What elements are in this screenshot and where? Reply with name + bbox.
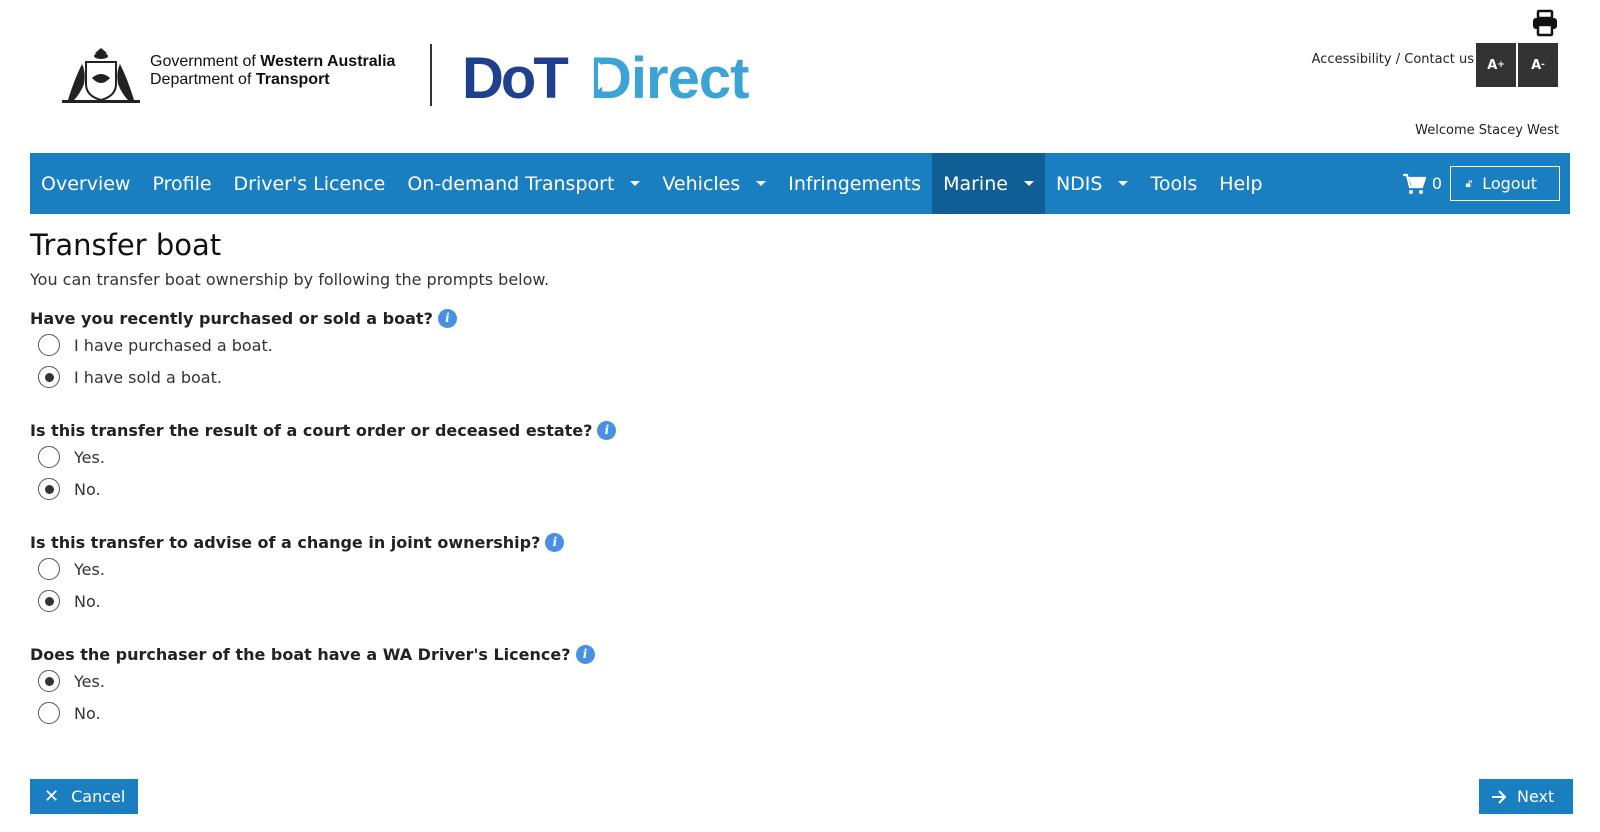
print-icon[interactable] xyxy=(1530,8,1560,38)
nav-profile[interactable]: Profile xyxy=(141,153,222,214)
radio-option-no[interactable]: No. xyxy=(38,585,1570,617)
info-icon[interactable]: i xyxy=(575,644,595,664)
header-divider xyxy=(430,44,432,106)
question-wa-drivers-licence: Does the purchaser of the boat have a WA… xyxy=(30,643,1570,729)
nav-ndis[interactable]: NDIS xyxy=(1045,153,1140,214)
info-icon[interactable]: i xyxy=(437,308,457,328)
close-icon: ✕ xyxy=(44,786,60,807)
question-court-order: Is this transfer the result of a court o… xyxy=(30,419,1570,505)
page-intro: You can transfer boat ownership by follo… xyxy=(30,270,550,289)
chevron-down-icon xyxy=(756,181,767,186)
info-icon[interactable]: i xyxy=(545,532,565,552)
dot-direct-logo[interactable]: DoT Direct xyxy=(462,44,782,110)
radio-option-yes[interactable]: Yes. xyxy=(38,441,1570,473)
radio-option-purchased[interactable]: I have purchased a boat. xyxy=(38,329,1570,361)
nav-marine[interactable]: Marine xyxy=(932,153,1045,214)
radio-option-no[interactable]: No. xyxy=(38,473,1570,505)
chevron-down-icon xyxy=(630,181,641,186)
nav-on-demand-transport[interactable]: On-demand Transport xyxy=(396,153,651,214)
question-joint-ownership: Is this transfer to advise of a change i… xyxy=(30,531,1570,617)
question-label: Is this transfer to advise of a change i… xyxy=(30,531,1570,553)
cart-icon xyxy=(1402,173,1426,194)
cart-button[interactable]: 0 xyxy=(1402,173,1442,195)
nav-overview[interactable]: Overview xyxy=(30,153,141,214)
welcome-message: Welcome Stacey West xyxy=(1415,123,1559,138)
unlock-icon xyxy=(1465,179,1473,187)
radio-button[interactable] xyxy=(38,446,60,468)
main-navigation: Overview Profile Driver's Licence On-dem… xyxy=(30,153,1570,214)
logout-button[interactable]: Logout xyxy=(1450,166,1560,201)
svg-text:DoT: DoT xyxy=(462,46,568,110)
site-header: Government of Western Australia Departme… xyxy=(0,0,1600,150)
next-button[interactable]: Next xyxy=(1479,779,1573,814)
main-content: Transfer boat You can transfer boat owne… xyxy=(30,226,1570,729)
nav-vehicles[interactable]: Vehicles xyxy=(651,153,777,214)
wa-crest-icon xyxy=(62,48,140,103)
question-purchased-or-sold: Have you recently purchased or sold a bo… xyxy=(30,307,1570,393)
radio-option-sold[interactable]: I have sold a boat. xyxy=(38,361,1570,393)
link-separator: / xyxy=(1391,52,1405,67)
radio-button[interactable] xyxy=(38,334,60,356)
nav-help[interactable]: Help xyxy=(1208,153,1273,214)
info-icon[interactable]: i xyxy=(597,420,617,440)
radio-option-no[interactable]: No. xyxy=(38,697,1570,729)
chevron-down-icon xyxy=(1023,181,1034,186)
top-links: Accessibility / Contact us xyxy=(1312,52,1474,67)
question-label: Does the purchaser of the boat have a WA… xyxy=(30,643,1570,665)
nav-drivers-licence[interactable]: Driver's Licence xyxy=(223,153,397,214)
nav-tools[interactable]: Tools xyxy=(1139,153,1208,214)
svg-text:Direct: Direct xyxy=(590,46,749,110)
page-title: Transfer boat xyxy=(30,228,222,262)
radio-button[interactable] xyxy=(38,670,60,692)
radio-button[interactable] xyxy=(38,590,60,612)
question-label: Have you recently purchased or sold a bo… xyxy=(30,307,1570,329)
increase-font-button[interactable]: A + xyxy=(1476,43,1516,87)
decrease-font-button[interactable]: A- xyxy=(1518,43,1558,87)
nav-actions: 0 Logout xyxy=(1402,153,1560,214)
radio-option-yes[interactable]: Yes. xyxy=(38,665,1570,697)
cart-count: 0 xyxy=(1431,174,1442,193)
question-label: Is this transfer the result of a court o… xyxy=(30,419,1570,441)
nav-infringements[interactable]: Infringements xyxy=(777,153,932,214)
radio-option-yes[interactable]: Yes. xyxy=(38,553,1570,585)
cancel-button[interactable]: ✕ Cancel xyxy=(30,779,138,814)
contact-us-link[interactable]: Contact us xyxy=(1404,52,1474,67)
government-wordmark: Government of Western Australia Departme… xyxy=(150,53,396,88)
chevron-down-icon xyxy=(1118,181,1129,186)
radio-button[interactable] xyxy=(38,366,60,388)
arrow-right-icon xyxy=(1492,789,1507,804)
radio-button[interactable] xyxy=(38,702,60,724)
radio-button[interactable] xyxy=(38,478,60,500)
accessibility-link[interactable]: Accessibility xyxy=(1312,52,1392,67)
radio-button[interactable] xyxy=(38,558,60,580)
